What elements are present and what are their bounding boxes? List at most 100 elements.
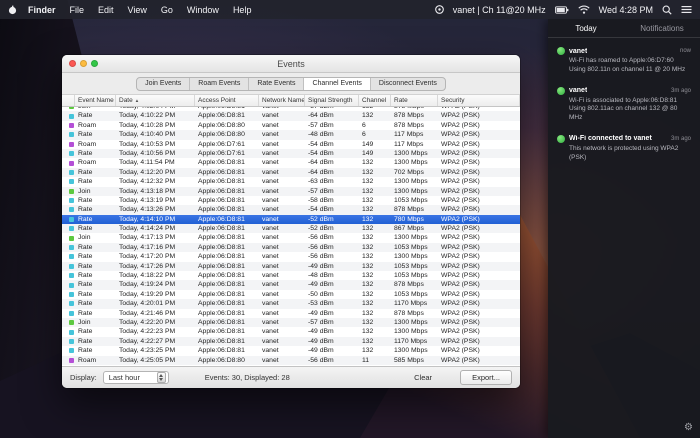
menu-go[interactable]: Go [154, 5, 180, 15]
table-row[interactable]: RateToday, 4:23:25 PMApple:06:D8:81vanet… [62, 346, 520, 355]
cell-signal-strength: -54 dBm [305, 140, 359, 149]
display-label: Display: [70, 373, 97, 382]
cell-channel: 132 [359, 262, 391, 271]
cell-network-name: vanet [259, 140, 305, 149]
cell-channel: 149 [359, 149, 391, 158]
table-row[interactable]: RoamToday, 4:10:28 PMApple:06:D8:80vanet… [62, 121, 520, 130]
notification-center-icon[interactable] [681, 5, 692, 14]
apple-menu-icon[interactable] [8, 5, 17, 15]
table-row[interactable]: RateToday, 4:17:20 PMApple:06:D8:81vanet… [62, 252, 520, 261]
minimize-button[interactable] [80, 60, 87, 67]
event-type-icon [69, 330, 74, 335]
table-row[interactable]: RoamToday, 4:10:53 PMApple:06:D7:61vanet… [62, 140, 520, 149]
menu-window[interactable]: Window [180, 5, 226, 15]
cell-security: WPA2 (PSK) [438, 121, 520, 130]
tab-join-events[interactable]: Join Events [137, 78, 190, 90]
cell-access-point: Apple:06:D8:81 [195, 177, 259, 186]
table-row[interactable]: RateToday, 4:17:26 PMApple:06:D8:81vanet… [62, 262, 520, 271]
notification-item[interactable]: Wi-Fi connected to vanet3m agoThis netwo… [557, 135, 691, 163]
spotlight-icon[interactable] [662, 5, 672, 15]
table-row[interactable]: RateToday, 4:14:10 PMApple:06:D8:81vanet… [62, 215, 520, 224]
menu-view[interactable]: View [121, 5, 154, 15]
notification-item[interactable]: vanetnowWi-Fi has roamed to Apple:06:D7:… [557, 47, 691, 75]
tab-disconnect-events[interactable]: Disconnect Events [371, 78, 445, 90]
wifi-icon[interactable] [578, 5, 590, 14]
zoom-button[interactable] [91, 60, 98, 67]
table-row[interactable]: RateToday, 4:22:27 PMApple:06:D8:81vanet… [62, 337, 520, 346]
gear-icon[interactable]: ⚙ [684, 423, 693, 433]
table-row[interactable]: RateToday, 4:10:40 PMApple:06:D8:80vanet… [62, 130, 520, 139]
stepper-icon[interactable] [157, 372, 166, 383]
tab-channel-events[interactable]: Channel Events [304, 78, 370, 90]
table-row[interactable]: RateToday, 4:18:22 PMApple:06:D8:81vanet… [62, 271, 520, 280]
column-header-date[interactable]: Date▲ [116, 95, 195, 106]
event-type-icon [69, 236, 74, 241]
table-row[interactable]: RateToday, 4:21:46 PMApple:06:D8:81vanet… [62, 309, 520, 318]
table-row[interactable]: RateToday, 4:19:24 PMApple:06:D8:81vanet… [62, 280, 520, 289]
cell-network-name: vanet [259, 121, 305, 130]
table-row[interactable]: JoinToday, 4:17:13 PMApple:06:D8:81vanet… [62, 233, 520, 242]
cell-date: Today, 4:18:22 PM [116, 271, 195, 280]
table-row[interactable]: RateToday, 4:13:19 PMApple:06:D8:81vanet… [62, 196, 520, 205]
tab-notifications[interactable]: Notifications [624, 19, 700, 37]
vanet-app-menu-icon[interactable] [435, 5, 444, 14]
cell-rate: 1053 Mbps [391, 243, 438, 252]
cell-signal-strength: -56 dBm [305, 243, 359, 252]
cell-access-point: Apple:06:D7:61 [195, 149, 259, 158]
event-type-icon [69, 189, 74, 194]
table-row[interactable]: RateToday, 4:20:01 PMApple:06:D8:81vanet… [62, 299, 520, 308]
table-row[interactable]: RateToday, 4:12:20 PMApple:06:D8:81vanet… [62, 168, 520, 177]
cell-signal-strength: -56 dBm [305, 356, 359, 365]
cell-network-name: vanet [259, 177, 305, 186]
menu-help[interactable]: Help [226, 5, 259, 15]
cell-date: Today, 4:19:24 PM [116, 280, 195, 289]
table-row[interactable]: RoamToday, 4:25:05 PMApple:06:D8:80vanet… [62, 356, 520, 365]
menu-bar-clock[interactable]: Wed 4:28 PM [599, 5, 653, 15]
event-type-icon [69, 254, 74, 259]
table-row[interactable]: JoinToday, 4:22:20 PMApple:06:D8:81vanet… [62, 318, 520, 327]
column-header-rate[interactable]: Rate [391, 95, 438, 106]
cell-security: WPA2 (PSK) [438, 205, 520, 214]
cell-network-name: vanet [259, 158, 305, 167]
cell-access-point: Apple:06:D8:81 [195, 205, 259, 214]
cell-signal-strength: -48 dBm [305, 130, 359, 139]
tab-roam-events[interactable]: Roam Events [190, 78, 249, 90]
table-row[interactable]: RoamToday, 4:11:54 PMApple:06:D8:81vanet… [62, 158, 520, 167]
column-header-network-name[interactable]: Network Name [259, 95, 305, 106]
table-row[interactable]: RateToday, 4:10:22 PMApple:06:D8:81vanet… [62, 111, 520, 120]
column-header-channel[interactable]: Channel [359, 95, 391, 106]
table-row[interactable]: RateToday, 4:22:23 PMApple:06:D8:81vanet… [62, 327, 520, 336]
cell-rate: 780 Mbps [391, 215, 438, 224]
table-row[interactable]: RateToday, 4:13:26 PMApple:06:D8:81vanet… [62, 205, 520, 214]
table-row[interactable]: RateToday, 4:10:56 PMApple:06:D7:61vanet… [62, 149, 520, 158]
table-row[interactable]: RateToday, 4:17:16 PMApple:06:D8:81vanet… [62, 243, 520, 252]
event-type-icon-cell [62, 132, 75, 137]
cell-signal-strength: -64 dBm [305, 158, 359, 167]
clear-button[interactable]: Clear [402, 370, 444, 385]
cell-rate: 1300 Mbps [391, 233, 438, 242]
table-row[interactable]: RateToday, 4:12:32 PMApple:06:D8:81vanet… [62, 177, 520, 186]
menu-edit[interactable]: Edit [91, 5, 121, 15]
table-row[interactable]: RateToday, 4:14:24 PMApple:06:D8:81vanet… [62, 224, 520, 233]
display-range-select[interactable]: Last hour [103, 371, 169, 384]
window-titlebar[interactable]: Events [62, 55, 520, 73]
battery-icon[interactable] [555, 6, 569, 14]
notification-item[interactable]: vanet3m agoWi-Fi is associated to Apple:… [557, 87, 691, 123]
menu-finder[interactable]: Finder [21, 5, 63, 15]
tab-rate-events[interactable]: Rate Events [249, 78, 304, 90]
table-row[interactable]: RateToday, 4:19:29 PMApple:06:D8:81vanet… [62, 290, 520, 299]
cell-channel: 132 [359, 318, 391, 327]
wifi-status-text[interactable]: vanet | Ch 11@20 MHz [453, 5, 546, 15]
menu-file[interactable]: File [63, 5, 92, 15]
cell-access-point: Apple:06:D8:81 [195, 196, 259, 205]
table-row[interactable]: JoinToday, 4:13:18 PMApple:06:D8:81vanet… [62, 187, 520, 196]
column-header-access-point[interactable]: Access Point [195, 95, 259, 106]
vanet-app-icon [557, 47, 565, 55]
export-button[interactable]: Export... [460, 370, 512, 385]
column-header-event-name[interactable]: Event Name [75, 95, 116, 106]
cell-access-point: Apple:06:D8:81 [195, 337, 259, 346]
tab-today[interactable]: Today [548, 19, 624, 37]
column-header-security[interactable]: Security [438, 95, 520, 106]
close-button[interactable] [69, 60, 76, 67]
column-header-signal-strength[interactable]: Signal Strength [305, 95, 359, 106]
